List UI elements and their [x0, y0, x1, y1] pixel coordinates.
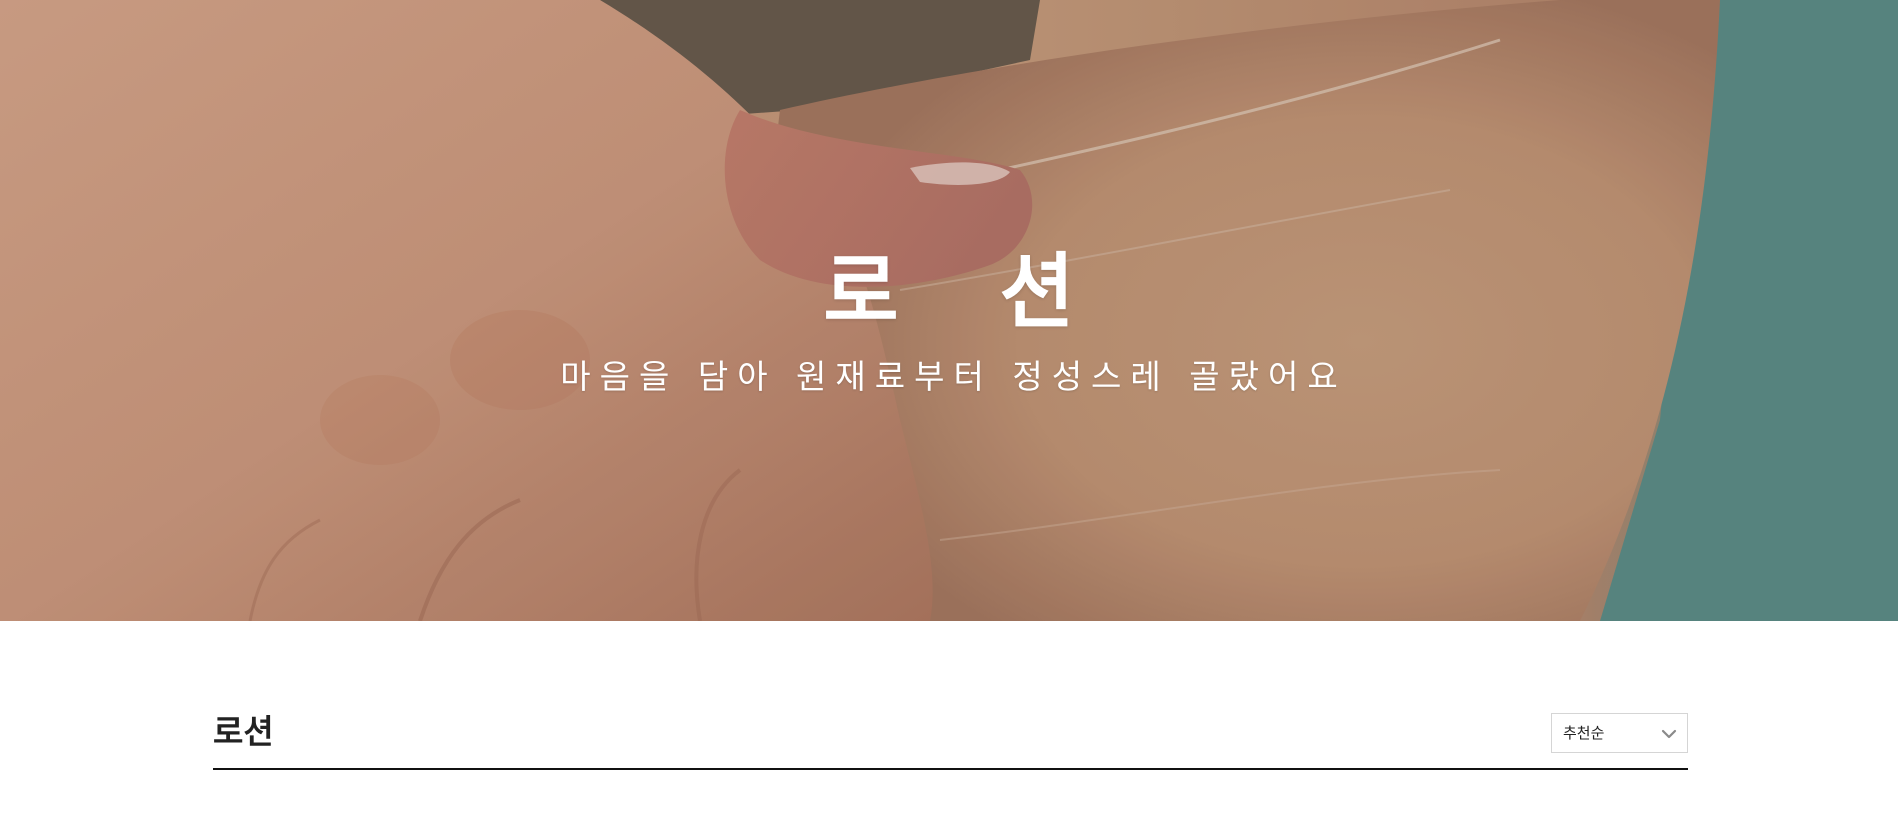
hero-title: 로 션	[823, 245, 1111, 340]
hero-banner: 로 션 마음을 담아 원재료부터 정성스레 골랐어요	[0, 0, 1898, 621]
chevron-down-icon	[1661, 729, 1677, 739]
hero-subtitle: 마음을 담아 원재료부터 정성스레 골랐어요	[560, 357, 1347, 396]
sort-select[interactable]: 추천순	[1551, 713, 1688, 753]
product-list-header: 로션 추천순	[213, 702, 1688, 770]
section-title: 로션	[213, 712, 274, 751]
sort-selected-value: 추천순	[1563, 724, 1605, 742]
